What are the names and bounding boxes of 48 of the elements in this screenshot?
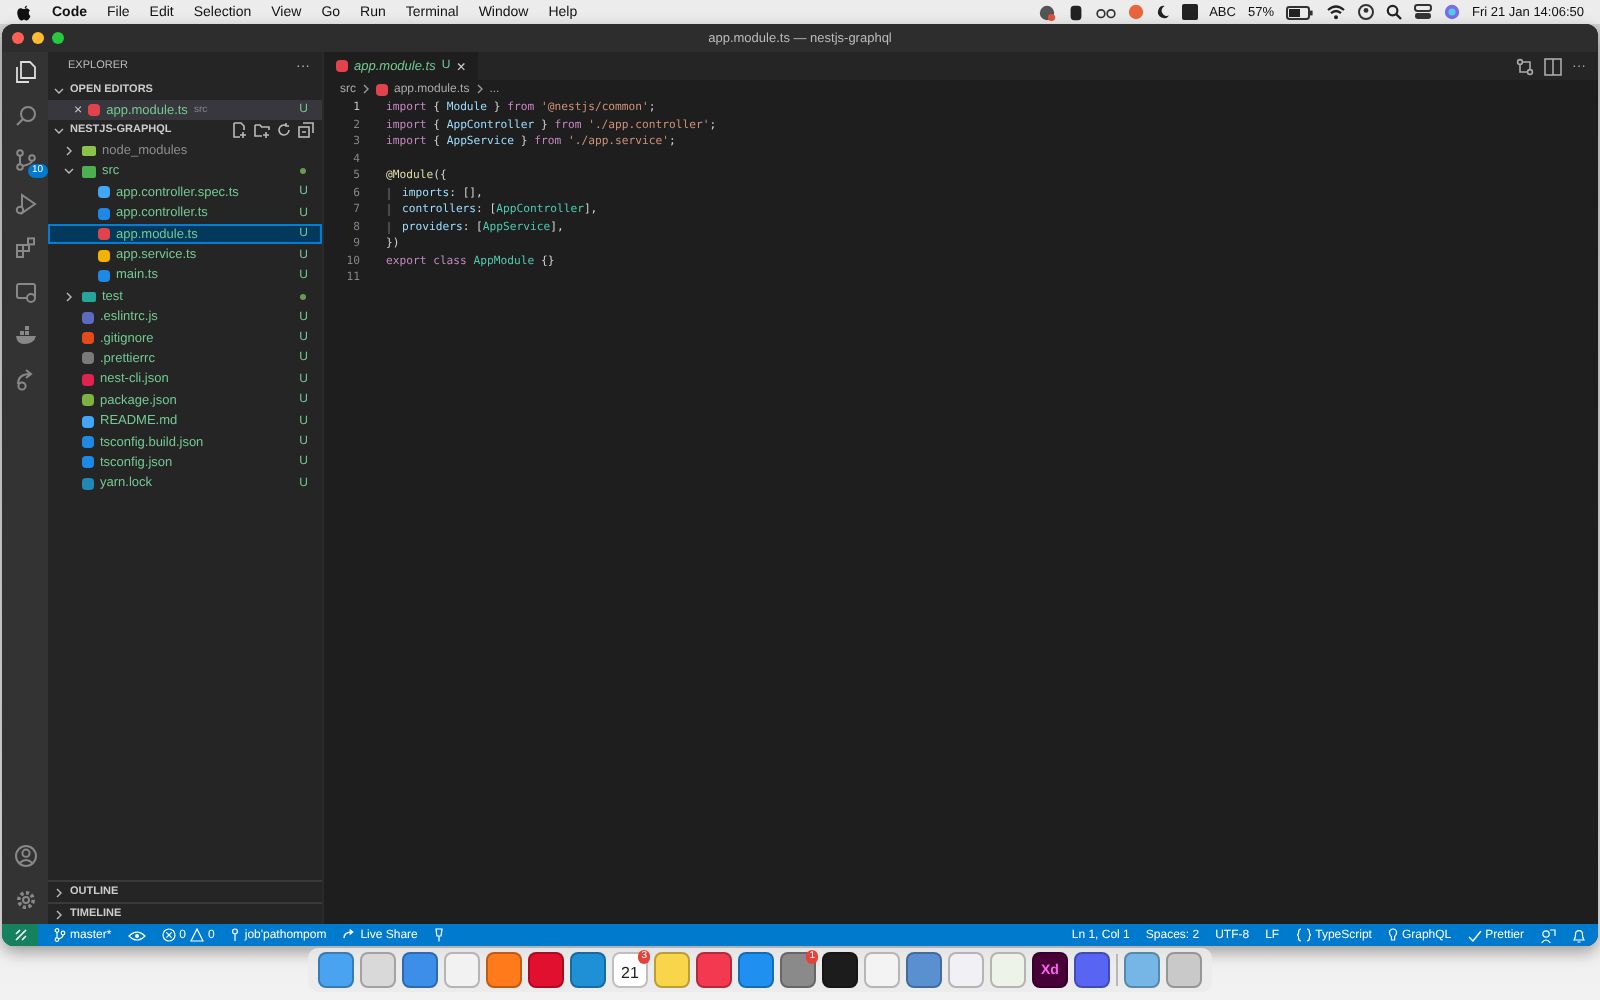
check-icon — [1467, 929, 1482, 941]
split-editor-icon[interactable] — [1544, 57, 1562, 75]
status-menu-icon[interactable] — [1037, 3, 1056, 21]
remote-explorer-icon[interactable] — [13, 280, 37, 304]
new-folder-icon[interactable] — [254, 122, 270, 139]
chevron-icon — [475, 84, 484, 94]
file-type-icon — [376, 83, 388, 95]
apple-icon[interactable] — [16, 3, 32, 21]
extensions-icon[interactable] — [13, 236, 37, 260]
bulb-icon — [1387, 928, 1398, 942]
record-icon[interactable] — [1127, 4, 1144, 20]
chevron-icon — [54, 85, 64, 95]
chevron-icon — [362, 84, 370, 94]
share-icon[interactable] — [13, 368, 37, 392]
warning-icon — [190, 928, 205, 942]
wifi-icon[interactable] — [1325, 4, 1346, 20]
user-icon[interactable] — [1357, 4, 1374, 20]
chevron-icon — [54, 909, 64, 919]
feedback-icon[interactable] — [1540, 927, 1556, 943]
new-file-icon[interactable] — [232, 122, 248, 139]
minimize-window-button[interactable] — [32, 32, 44, 44]
refresh-icon[interactable] — [276, 122, 292, 139]
compare-changes-icon[interactable] — [1516, 57, 1534, 75]
battery-icon[interactable] — [1285, 5, 1314, 19]
moon-icon[interactable] — [1155, 4, 1170, 20]
pin-icon[interactable] — [433, 928, 444, 942]
close-window-button[interactable] — [12, 32, 24, 44]
share-arrow-icon — [342, 928, 357, 942]
collapse-all-icon[interactable] — [298, 122, 314, 139]
branch-icon — [54, 928, 66, 942]
eye-icon[interactable] — [127, 929, 146, 941]
braces-icon — [1295, 928, 1312, 942]
files-icon[interactable] — [13, 60, 37, 84]
search-icon[interactable] — [1385, 4, 1402, 20]
error-icon — [161, 928, 176, 942]
bell-icon[interactable] — [1572, 927, 1586, 943]
chevron-icon — [54, 125, 64, 136]
run-debug-icon[interactable] — [13, 192, 37, 216]
glasses-icon[interactable] — [1095, 4, 1116, 20]
zoom-window-button[interactable] — [52, 32, 64, 44]
whale-icon[interactable] — [13, 324, 37, 348]
account-icon[interactable] — [13, 844, 37, 868]
control-center-icon[interactable] — [1413, 4, 1432, 20]
remote-icon — [13, 928, 27, 942]
chevron-icon — [54, 887, 64, 897]
remote-button[interactable] — [2, 924, 38, 946]
person-icon — [230, 928, 241, 942]
settings-icon[interactable] — [13, 888, 37, 912]
